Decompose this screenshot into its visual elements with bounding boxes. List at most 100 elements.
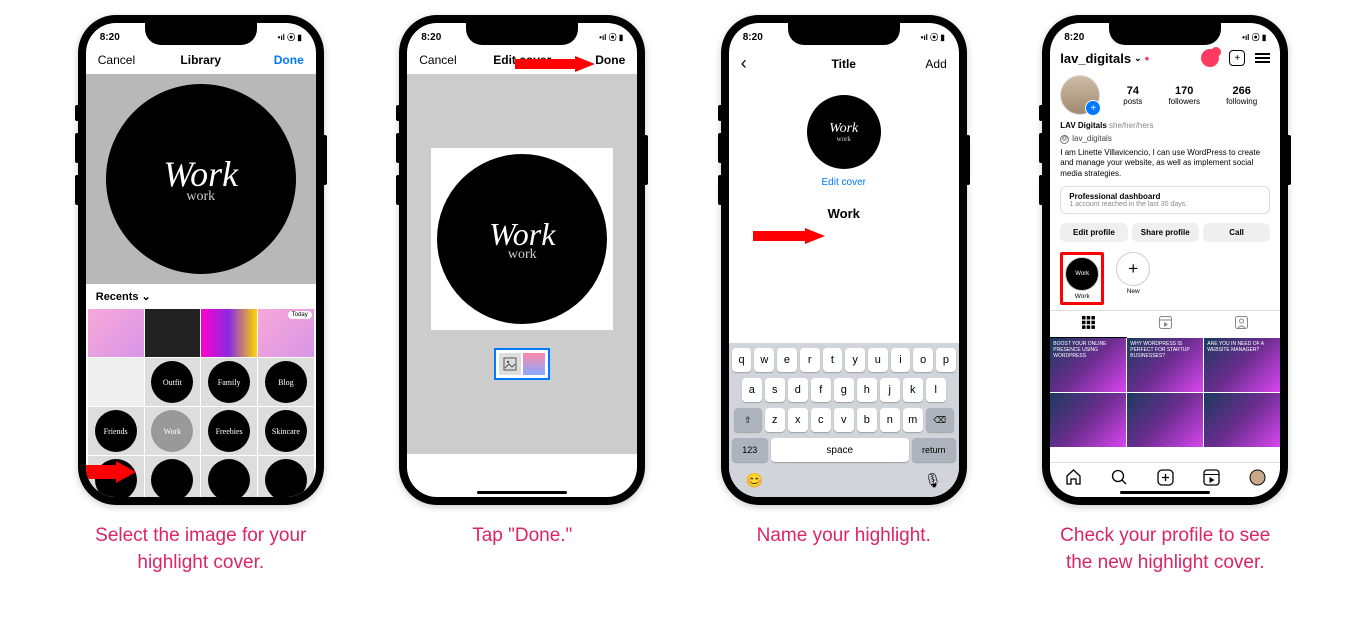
- key-s[interactable]: s: [765, 378, 785, 402]
- key-n[interactable]: n: [880, 408, 900, 432]
- tab-tagged[interactable]: [1204, 311, 1281, 338]
- photo-cell[interactable]: Family: [201, 358, 257, 406]
- cancel-button[interactable]: Cancel: [98, 53, 148, 67]
- library-nav: Cancel Library Done: [86, 47, 316, 74]
- key-x[interactable]: x: [788, 408, 808, 432]
- photo-cell[interactable]: [145, 309, 201, 357]
- done-button[interactable]: Done: [254, 53, 304, 67]
- stat-posts[interactable]: 74posts: [1123, 85, 1142, 106]
- thumb-selector[interactable]: [494, 348, 550, 380]
- post-cell[interactable]: [1127, 393, 1203, 447]
- photo-cell[interactable]: Freebies: [201, 407, 257, 455]
- key-r[interactable]: r: [800, 348, 820, 372]
- photo-cell[interactable]: Skincare: [258, 407, 314, 455]
- emoji-button[interactable]: 😊: [746, 472, 763, 489]
- plus-icon: +: [1116, 252, 1150, 286]
- cancel-button[interactable]: Cancel: [419, 53, 469, 67]
- thumb-option[interactable]: [523, 353, 545, 375]
- photo-cell[interactable]: [201, 456, 257, 497]
- call-button[interactable]: Call: [1203, 223, 1270, 242]
- key-q[interactable]: q: [732, 348, 752, 372]
- professional-dashboard[interactable]: Professional dashboard 1 account reached…: [1060, 186, 1270, 214]
- photo-cell[interactable]: Blog: [258, 358, 314, 406]
- key-t[interactable]: t: [823, 348, 843, 372]
- chevron-down-icon: ⌄: [1134, 53, 1142, 64]
- post-cell[interactable]: ARE YOU IN NEED OF A WEBSITE MANAGER?: [1204, 338, 1280, 392]
- photo-cell[interactable]: Today: [258, 309, 314, 357]
- key-y[interactable]: y: [845, 348, 865, 372]
- caption-3: Name your highlight.: [757, 523, 931, 550]
- mic-button[interactable]: 🎙: [924, 472, 942, 489]
- key-u[interactable]: u: [868, 348, 888, 372]
- share-profile-button[interactable]: Share profile: [1132, 223, 1199, 242]
- photo-cell[interactable]: [88, 358, 144, 406]
- work-cover-small: Work work: [807, 95, 881, 169]
- recents-dropdown[interactable]: Recents⌄: [86, 284, 316, 309]
- key-m[interactable]: m: [903, 408, 923, 432]
- work-cover-large: Work work: [437, 154, 607, 324]
- caption-1: Select the image for your highlight cove…: [86, 523, 316, 576]
- menu-icon[interactable]: [1255, 53, 1270, 63]
- add-button[interactable]: Add: [897, 57, 947, 71]
- key-backspace[interactable]: ⌫: [926, 408, 954, 432]
- highlight-new[interactable]: + New: [1116, 252, 1150, 305]
- home-icon[interactable]: [1065, 469, 1082, 489]
- key-i[interactable]: i: [891, 348, 911, 372]
- post-cell[interactable]: [1050, 393, 1126, 447]
- key-shift[interactable]: ⇧: [734, 408, 762, 432]
- back-button[interactable]: ‹: [741, 53, 791, 74]
- edit-profile-button[interactable]: Edit profile: [1060, 223, 1127, 242]
- gallery-icon[interactable]: [499, 353, 521, 375]
- post-cell[interactable]: BOOST YOUR ONLINE PRESENCE USING WORDPRE…: [1050, 338, 1126, 392]
- key-z[interactable]: z: [765, 408, 785, 432]
- key-b[interactable]: b: [857, 408, 877, 432]
- photo-cell[interactable]: [88, 309, 144, 357]
- stat-following[interactable]: 266following: [1226, 85, 1257, 106]
- key-return[interactable]: return: [912, 438, 956, 462]
- key-c[interactable]: c: [811, 408, 831, 432]
- post-cell[interactable]: [1204, 393, 1280, 447]
- threads-icon[interactable]: [1201, 49, 1219, 67]
- avatar[interactable]: [1060, 75, 1100, 115]
- highlight-title-input[interactable]: [743, 206, 945, 221]
- photo-cell[interactable]: Outfit: [145, 358, 201, 406]
- key-k[interactable]: k: [903, 378, 923, 402]
- reels-icon[interactable]: [1203, 469, 1220, 489]
- key-g[interactable]: g: [834, 378, 854, 402]
- key-e[interactable]: e: [777, 348, 797, 372]
- stat-followers[interactable]: 170followers: [1168, 85, 1200, 106]
- highlight-work[interactable]: Work Work: [1065, 257, 1099, 300]
- photo-cell[interactable]: [145, 456, 201, 497]
- key-p[interactable]: p: [936, 348, 956, 372]
- key-d[interactable]: d: [788, 378, 808, 402]
- key-h[interactable]: h: [857, 378, 877, 402]
- kb-row-2: a s d f g h j k l: [732, 378, 956, 402]
- post-cell[interactable]: WHY WORDPRESS IS PERFECT FOR STARTUP BUS…: [1127, 338, 1203, 392]
- profile-icon[interactable]: [1249, 469, 1266, 489]
- key-o[interactable]: o: [913, 348, 933, 372]
- search-icon[interactable]: [1111, 469, 1128, 489]
- tab-grid[interactable]: [1050, 311, 1127, 338]
- username-dropdown[interactable]: lav_digitals ⌄ •: [1060, 51, 1149, 66]
- create-icon[interactable]: [1157, 469, 1174, 489]
- photo-cell[interactable]: Friends: [88, 407, 144, 455]
- key-v[interactable]: v: [834, 408, 854, 432]
- key-w[interactable]: w: [754, 348, 774, 372]
- key-space[interactable]: space: [771, 438, 909, 462]
- key-a[interactable]: a: [742, 378, 762, 402]
- threads-link[interactable]: @lav_digitals: [1060, 134, 1270, 144]
- home-indicator[interactable]: [477, 491, 567, 494]
- key-f[interactable]: f: [811, 378, 831, 402]
- photo-cell[interactable]: [258, 456, 314, 497]
- edit-preview[interactable]: Work work: [431, 148, 613, 330]
- tab-reels[interactable]: [1127, 311, 1204, 338]
- home-indicator[interactable]: [1120, 491, 1210, 494]
- photo-cell[interactable]: [201, 309, 257, 357]
- photo-cell-selected[interactable]: Work: [145, 407, 201, 455]
- edit-cover-link[interactable]: Edit cover: [822, 177, 866, 188]
- key-l[interactable]: l: [926, 378, 946, 402]
- phone-frame: 8:20 •ıl ⦿ ▮ Cancel Edit cover Done Work…: [399, 15, 645, 505]
- key-123[interactable]: 123: [732, 438, 768, 462]
- key-j[interactable]: j: [880, 378, 900, 402]
- create-icon[interactable]: +: [1229, 50, 1245, 66]
